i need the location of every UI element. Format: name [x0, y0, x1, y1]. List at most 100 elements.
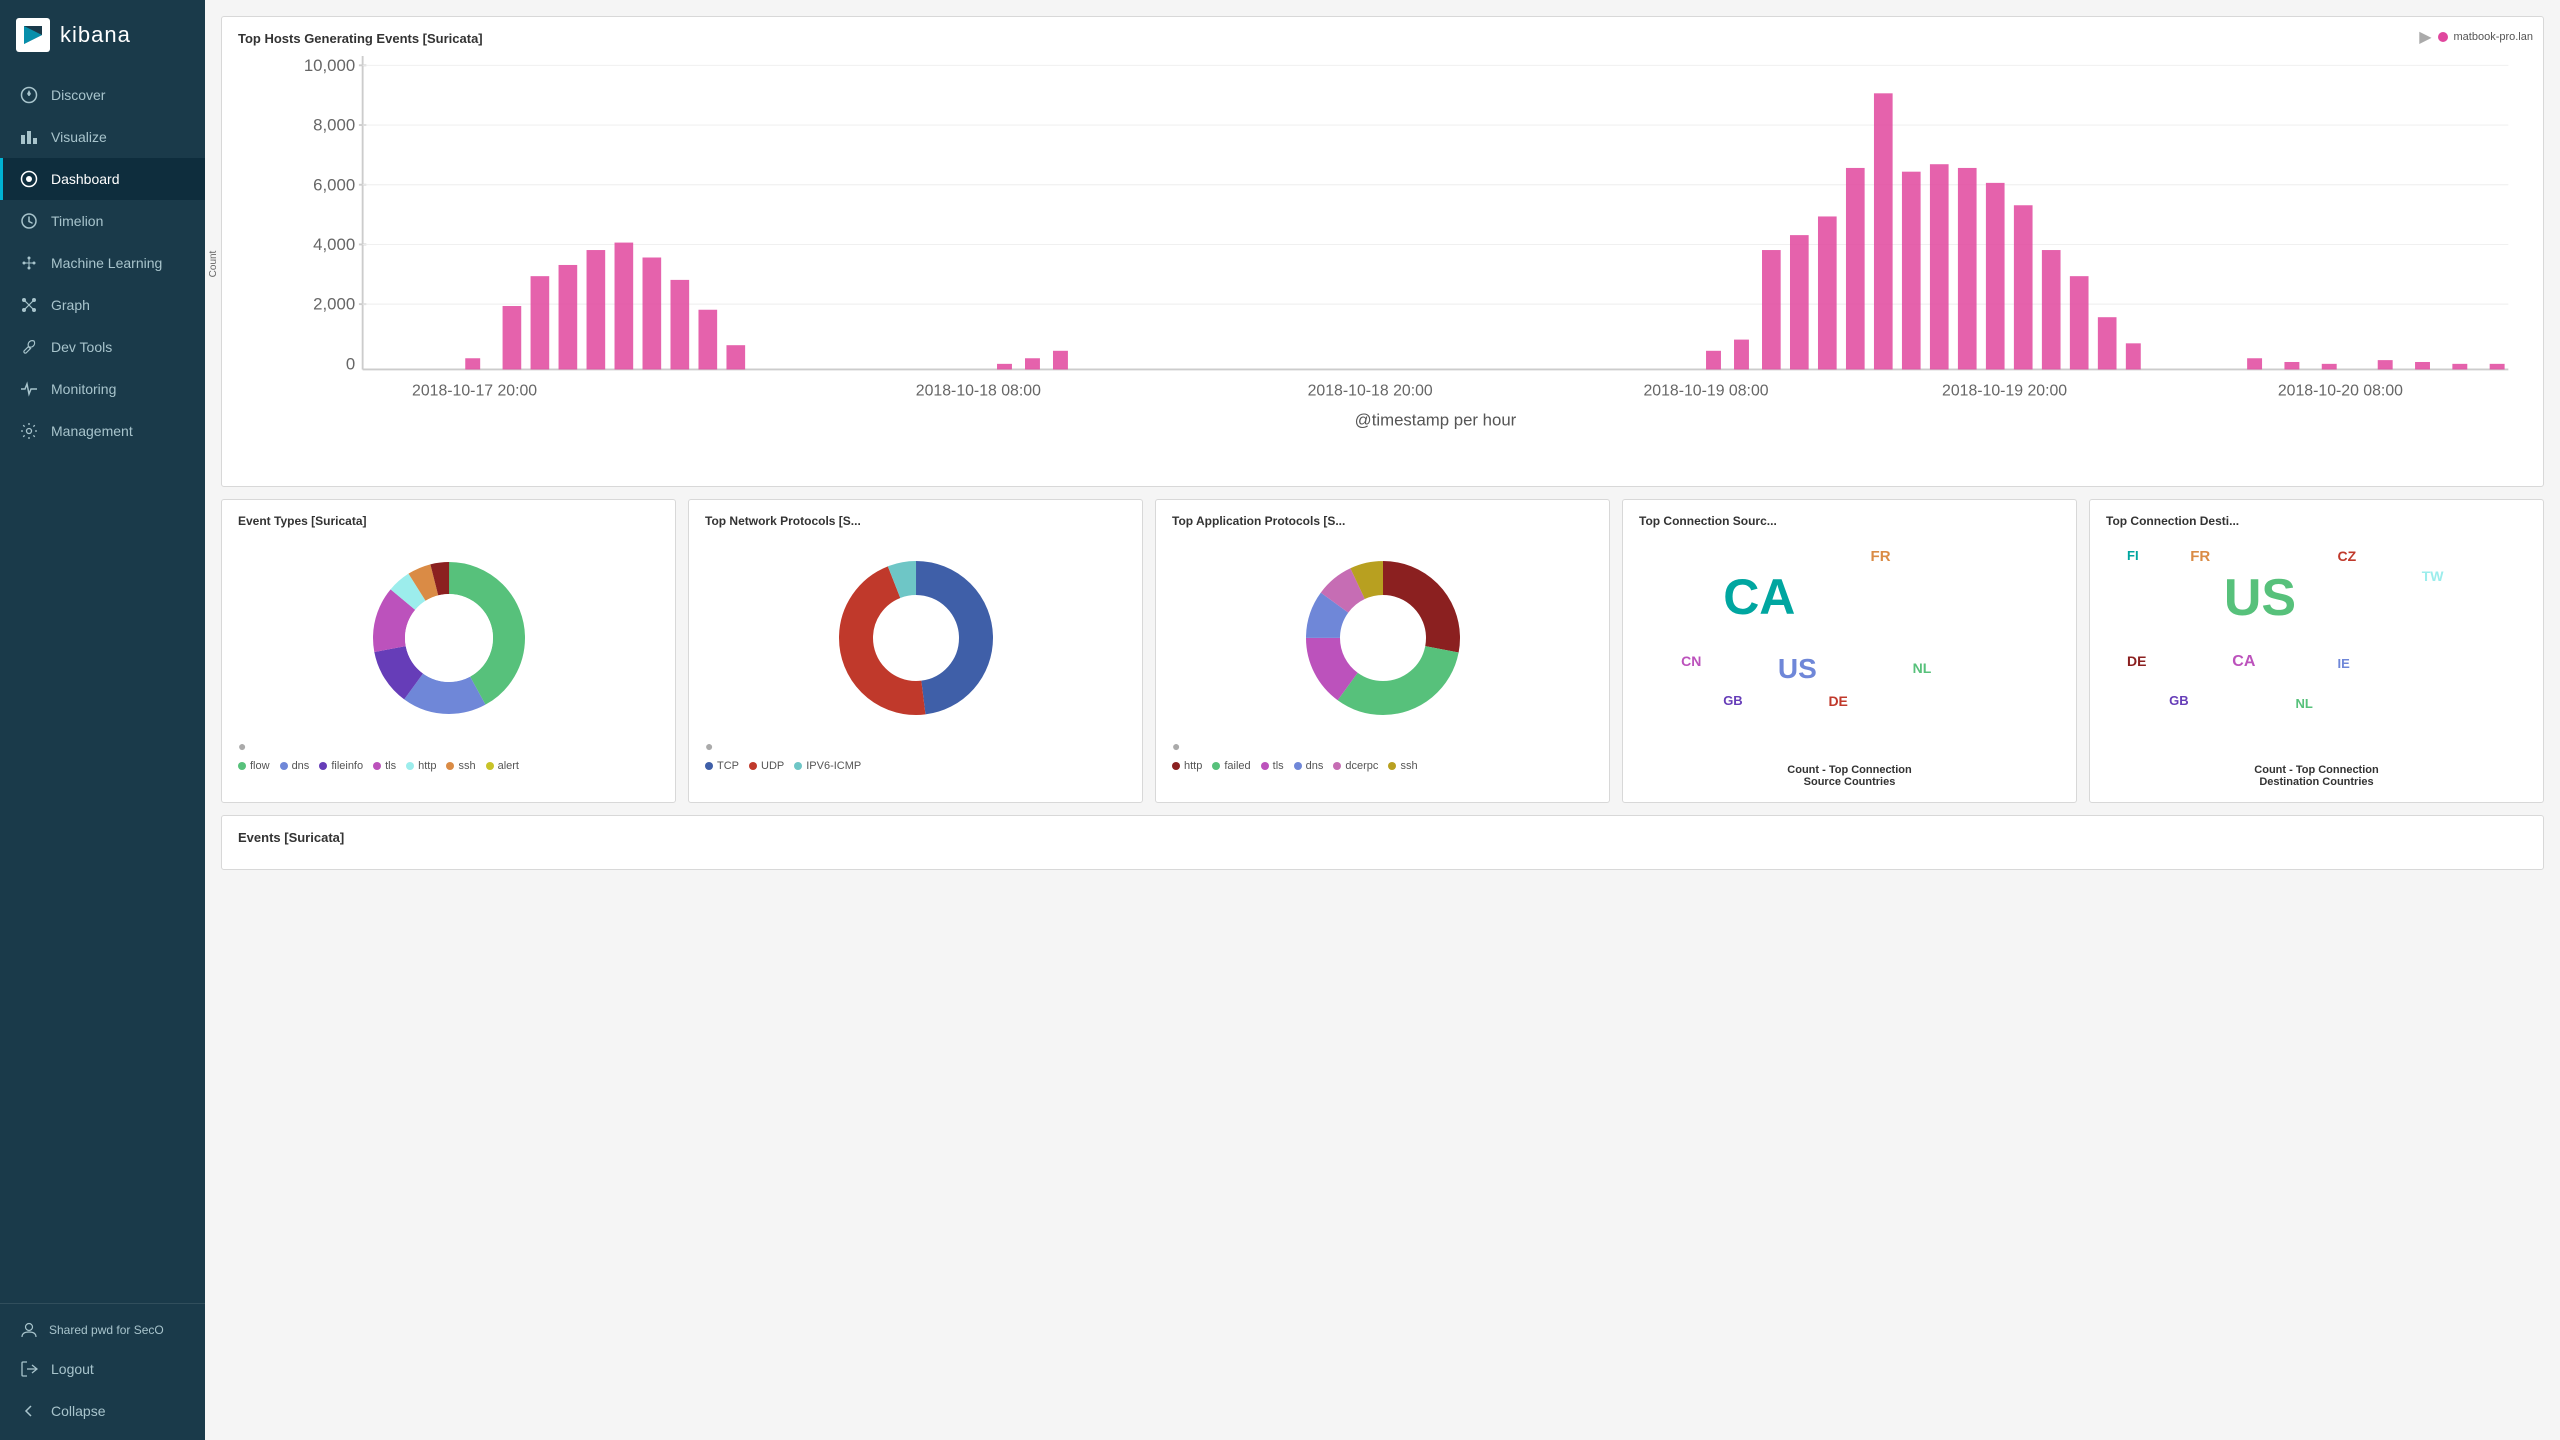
word-TW-dst: TW: [2422, 568, 2444, 584]
network-protocols-panel: Top Network Protocols [S... ● TCP: [688, 499, 1143, 803]
connection-source-wordcloud: FR CA CN US NL GB DE: [1639, 538, 2060, 758]
sidebar-logout[interactable]: Logout: [0, 1348, 205, 1390]
svg-text:2,000: 2,000: [313, 295, 355, 314]
svg-text:2018-10-18 20:00: 2018-10-18 20:00: [1308, 383, 1433, 400]
svg-text:6,000: 6,000: [313, 175, 355, 194]
sidebar-item-machine-learning-label: Machine Learning: [51, 255, 162, 271]
dns2-label: dns: [1306, 760, 1324, 772]
tls2-label: tls: [1273, 760, 1284, 772]
bottom-panel-title: Events [Suricata]: [238, 830, 2527, 845]
connection-dest-wordcloud: FR CZ FI US TW DE CA IE GB NL: [2106, 538, 2527, 758]
connection-source-title: Top Connection Sourc...: [1639, 514, 2060, 528]
svg-text:8,000: 8,000: [313, 116, 355, 135]
sidebar-collapse[interactable]: Collapse: [0, 1390, 205, 1432]
heartbeat-icon: [19, 379, 39, 399]
app-protocols-title: Top Application Protocols [S...: [1172, 514, 1593, 528]
word-US-src: US: [1778, 653, 1817, 685]
top-chart-title: Top Hosts Generating Events [Suricata]: [238, 31, 2527, 46]
legend-dcerpc: dcerpc: [1333, 760, 1378, 772]
sidebar-item-graph[interactable]: Graph: [0, 284, 205, 326]
http2-dot: [1172, 762, 1180, 770]
http-label: http: [418, 760, 436, 772]
legend-tls2: tls: [1261, 760, 1284, 772]
event-types-panel: Event Types [Suricata] ●: [221, 499, 676, 803]
kibana-title: kibana: [60, 22, 131, 48]
tls2-dot: [1261, 762, 1269, 770]
legend-dns2: dns: [1294, 760, 1324, 772]
word-CZ-dst: CZ: [2338, 548, 2357, 564]
legend-check-icon2: ●: [705, 738, 1126, 754]
sidebar-item-dashboard-label: Dashboard: [51, 171, 120, 187]
top-chart-panel: Top Hosts Generating Events [Suricata] ▶…: [221, 16, 2544, 487]
app-protocols-panel: Top Application Protocols [S... ● htt: [1155, 499, 1610, 803]
dest-footer: Count - Top ConnectionDestination Countr…: [2106, 764, 2527, 788]
sidebar-item-visualize-label: Visualize: [51, 129, 107, 145]
word-DE-dst: DE: [2127, 653, 2146, 669]
app-protocols-donut: [1172, 538, 1593, 738]
chart-wrapper: Count 10,000 8,000 6,000 4,000 2,000 0: [238, 56, 2527, 472]
event-types-title: Event Types [Suricata]: [238, 514, 659, 528]
ipv6-label: IPV6-ICMP: [806, 760, 861, 772]
main-content: Top Hosts Generating Events [Suricata] ▶…: [205, 0, 2560, 1440]
sidebar-user[interactable]: Shared pwd for SecO: [0, 1312, 205, 1348]
sidebar-item-dev-tools[interactable]: Dev Tools: [0, 326, 205, 368]
event-types-donut: [238, 538, 659, 738]
dns-label: dns: [292, 760, 310, 772]
svg-text:10,000: 10,000: [304, 56, 355, 75]
dcerpc-dot: [1333, 762, 1341, 770]
udp-dot: [749, 762, 757, 770]
sidebar-item-machine-learning[interactable]: Machine Learning: [0, 242, 205, 284]
bottom-panel: Events [Suricata]: [221, 815, 2544, 870]
sidebar-logo: kibana: [0, 0, 205, 70]
legend-http: http: [406, 760, 436, 772]
arrow-left-icon: [19, 1401, 39, 1421]
compass-icon: [19, 85, 39, 105]
kibana-logo-icon: [16, 18, 50, 52]
word-IE-dst: IE: [2338, 656, 2350, 671]
network-legend: TCP UDP IPV6-ICMP: [705, 760, 1126, 772]
svg-text:4,000: 4,000: [313, 235, 355, 254]
sidebar-item-dev-tools-label: Dev Tools: [51, 339, 112, 355]
svg-text:2018-10-19 20:00: 2018-10-19 20:00: [1942, 383, 2067, 400]
fileinfo-dot: [319, 762, 327, 770]
dns2-dot: [1294, 762, 1302, 770]
legend-http2: http: [1172, 760, 1202, 772]
ssh2-label: ssh: [1400, 760, 1417, 772]
flow-label: flow: [250, 760, 270, 772]
word-FI-dst: FI: [2127, 548, 2139, 563]
sidebar-item-management[interactable]: Management: [0, 410, 205, 452]
word-FR-dst: FR: [2190, 548, 2210, 565]
word-US-dst: US: [2224, 568, 2296, 628]
svg-text:0: 0: [346, 354, 355, 373]
sidebar-item-discover[interactable]: Discover: [0, 74, 205, 116]
legend-dns: dns: [280, 760, 310, 772]
chart-legend: ▶ matbook-pro.lan: [2419, 27, 2533, 47]
sidebar-item-monitoring-label: Monitoring: [51, 381, 116, 397]
word-FR-src: FR: [1871, 548, 1891, 565]
legend-tcp: TCP: [705, 760, 739, 772]
ssh-label: ssh: [458, 760, 475, 772]
ssh2-dot: [1388, 762, 1396, 770]
sidebar-item-discover-label: Discover: [51, 87, 105, 103]
ipv6-dot: [794, 762, 802, 770]
y-axis-label: Count: [208, 251, 219, 278]
shared-pwd-label: Shared pwd for SecO: [49, 1323, 164, 1337]
http2-label: http: [1184, 760, 1202, 772]
sidebar-item-graph-label: Graph: [51, 297, 90, 313]
tcp-label: TCP: [717, 760, 739, 772]
sparkle-icon: [19, 253, 39, 273]
connection-source-panel: Top Connection Sourc... FR CA CN US NL G…: [1622, 499, 2077, 803]
collapse-label: Collapse: [51, 1403, 105, 1419]
flow-dot: [238, 762, 246, 770]
sidebar-item-monitoring[interactable]: Monitoring: [0, 368, 205, 410]
source-footer: Count - Top ConnectionSource Countries: [1639, 764, 2060, 788]
fileinfo-label: fileinfo: [331, 760, 363, 772]
histogram-chart: 10,000 8,000 6,000 4,000 2,000 0: [288, 56, 2527, 429]
sidebar-item-visualize[interactable]: Visualize: [0, 116, 205, 158]
sidebar-item-timelion[interactable]: Timelion: [0, 200, 205, 242]
word-GB-dst: GB: [2169, 693, 2189, 708]
connection-dest-title: Top Connection Desti...: [2106, 514, 2527, 528]
udp-label: UDP: [761, 760, 784, 772]
sidebar-item-dashboard[interactable]: Dashboard: [0, 158, 205, 200]
svg-text:2018-10-17 20:00: 2018-10-17 20:00: [412, 383, 537, 400]
